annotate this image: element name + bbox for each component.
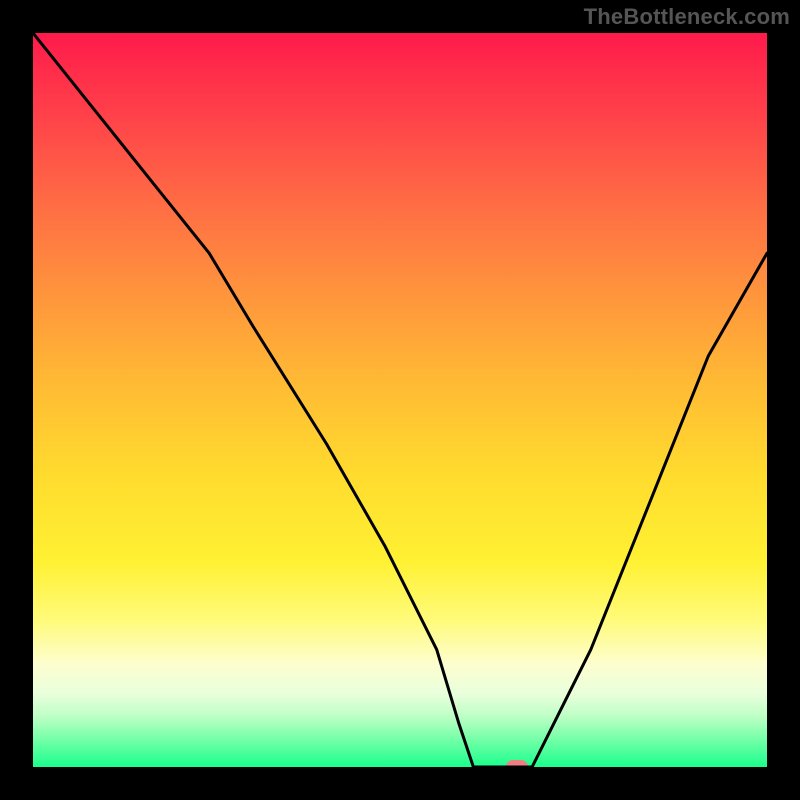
chart-frame: TheBottleneck.com (0, 0, 800, 800)
plot-area (33, 33, 767, 767)
curve-line (33, 33, 767, 767)
watermark-text: TheBottleneck.com (584, 4, 790, 30)
